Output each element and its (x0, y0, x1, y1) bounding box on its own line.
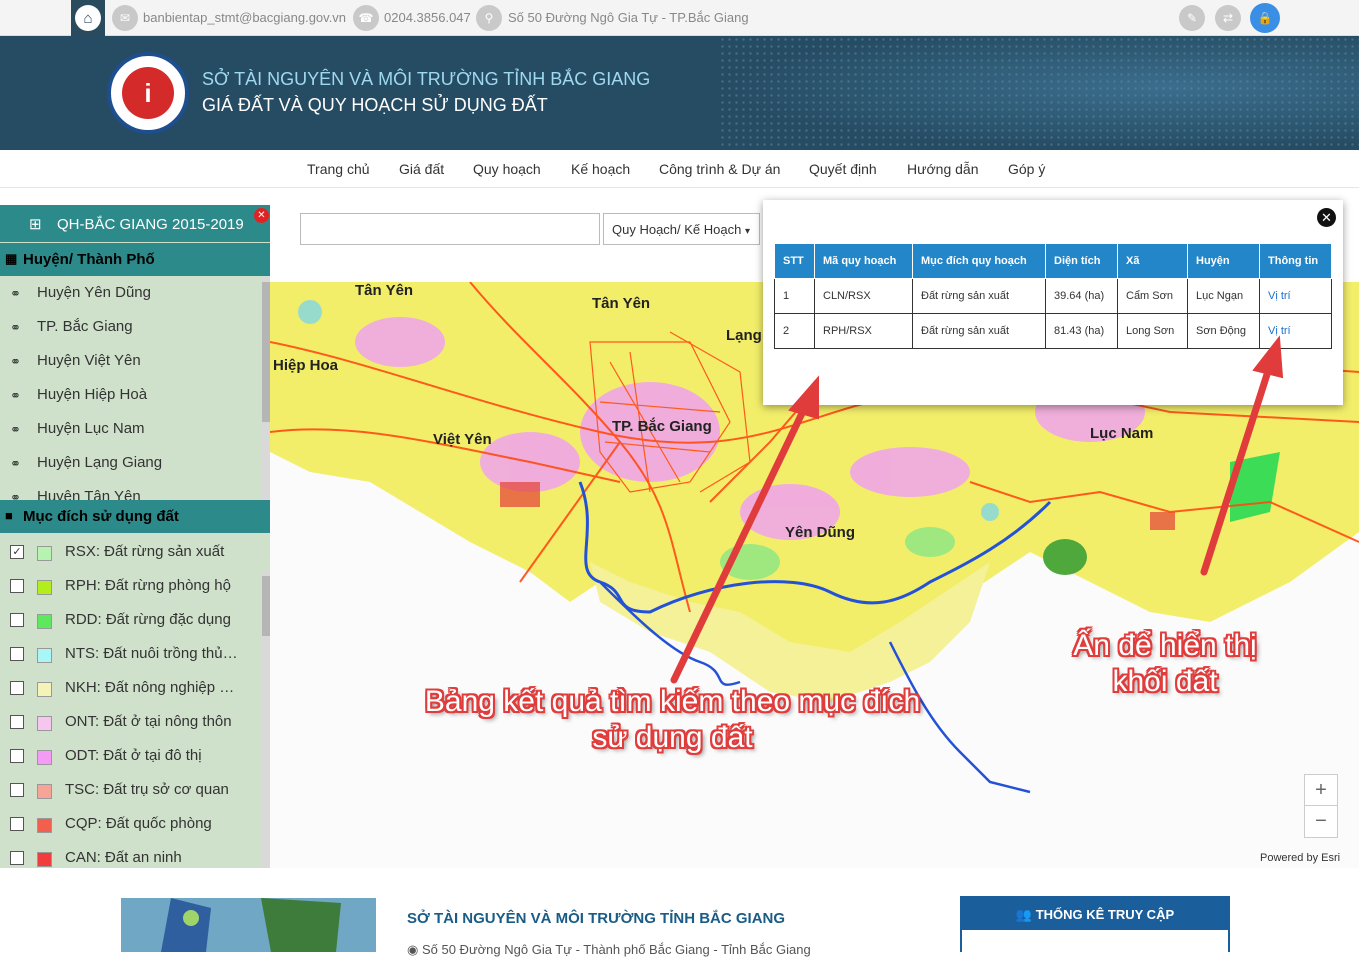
footer-address: ◉ Số 50 Đường Ngô Gia Tự - Thành phố Bắc… (407, 942, 811, 958)
footer: SỞ TÀI NGUYÊN VÀ MÔI TRƯỜNG TỈNH BẮC GIA… (0, 868, 1359, 957)
location-icon: ◉ (407, 942, 422, 957)
annotation-arrowhead (1252, 335, 1284, 379)
footer-map-image (121, 898, 376, 952)
footer-address-text: Số 50 Đường Ngô Gia Tự - Thành phố Bắc G… (421, 942, 811, 957)
stats-box: 👥 THỐNG KÊ TRUY CẬP (960, 896, 1230, 952)
annotation-line: sử dụng đất (592, 721, 753, 754)
annotation-line: khối đất (1112, 665, 1218, 698)
annotation-arrow (670, 401, 810, 684)
annotation-line: Ấn để hiển thị (1073, 629, 1257, 662)
annotation-text: Bảng kết quả tìm kiếm theo mục đích sử d… (400, 684, 945, 756)
annotation-line: Bảng kết quả tìm kiếm theo mục đích (424, 685, 921, 718)
users-icon: 👥 (1015, 907, 1036, 922)
footer-title: SỞ TÀI NGUYÊN VÀ MÔI TRƯỜNG TỈNH BẮC GIA… (407, 910, 786, 927)
annotation-arrowhead (788, 375, 819, 420)
annotation-text: Ấn để hiển thị khối đất (1040, 628, 1290, 700)
annotation-arrow (1200, 361, 1274, 576)
annotation-layer (670, 335, 1284, 684)
stats-title: THỐNG KÊ TRUY CẬP (1035, 907, 1175, 922)
